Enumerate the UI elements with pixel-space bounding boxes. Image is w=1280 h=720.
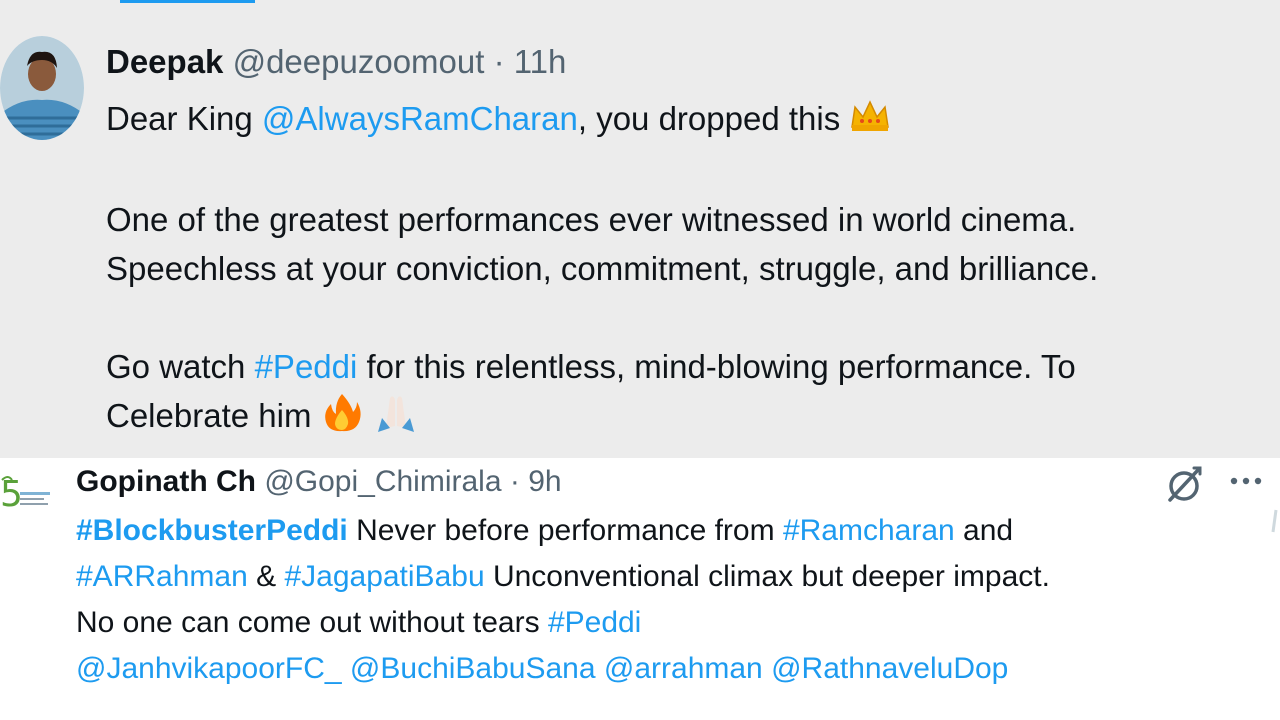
author-name[interactable]: Gopinath Ch	[76, 465, 256, 498]
text-segment: , you dropped this	[577, 100, 850, 137]
text-segment: Dear King	[106, 100, 262, 137]
text-line: Speechless at your conviction, commitmen…	[106, 249, 1099, 287]
more-icon[interactable]	[1226, 466, 1270, 496]
author-name[interactable]: Deepak	[106, 43, 223, 80]
scrollbar-edge	[1270, 506, 1280, 536]
tweet-gopinath[interactable]: 5 Gopinath Ch @Gopi_Chimirala · 9h #Bloc	[0, 458, 1280, 720]
author-handle[interactable]: @deepuzoomout	[233, 43, 485, 80]
tweet-text: #BlockbusterPeddi Never before performan…	[76, 508, 1256, 692]
grok-icon[interactable]	[1164, 464, 1204, 504]
text-segment: No one can come out without tears	[76, 606, 548, 639]
folded-hands-icon	[372, 392, 420, 445]
separator-dot: ·	[509, 465, 520, 498]
timestamp[interactable]: 11h	[514, 43, 567, 80]
hashtag-link[interactable]: #Peddi	[255, 348, 358, 385]
hashtag-link[interactable]: #Peddi	[548, 606, 641, 639]
text-line: One of the greatest performances ever wi…	[106, 200, 1077, 238]
text-segment: Unconventional climax but deeper impact.	[484, 560, 1050, 593]
text-segment: Celebrate him	[106, 396, 321, 434]
text-segment: Never before performance from	[347, 514, 783, 547]
text-segment: &	[247, 560, 285, 593]
tweet-header: Deepak @deepuzoomout · 11h	[106, 42, 566, 82]
mention-link[interactable]: @BuchiBabuSana	[350, 652, 596, 685]
text-segment: and	[954, 514, 1014, 547]
hashtag-link[interactable]: #ARRahman	[76, 560, 248, 593]
tweet-text: Dear King @AlwaysRamCharan, you dropped …	[106, 94, 1276, 445]
crown-icon	[849, 97, 891, 146]
tweet-header: Gopinath Ch @Gopi_Chimirala · 9h	[76, 462, 562, 502]
timestamp[interactable]: 9h	[528, 465, 561, 498]
tweet-deepak[interactable]: Deepak @deepuzoomout · 11h Dear King @Al…	[0, 8, 1280, 458]
mention-link[interactable]: @AlwaysRamCharan	[262, 100, 578, 137]
separator-dot: ·	[493, 43, 505, 80]
text-segment: for this relentless, mind-blowing perfor…	[357, 347, 1076, 385]
avatar[interactable]	[0, 36, 84, 140]
text-segment: Go watch	[106, 347, 255, 385]
mention-link[interactable]: @JanhvikapoorFC_	[76, 652, 342, 685]
hashtag-link[interactable]: #BlockbusterPeddi	[76, 514, 348, 547]
avatar[interactable]: 5	[0, 466, 56, 520]
mention-link[interactable]: @RathnaveluDop	[771, 652, 1008, 685]
mention-link[interactable]: @arrahman	[604, 652, 763, 685]
hashtag-link[interactable]: #Ramcharan	[783, 514, 955, 547]
fire-icon	[321, 392, 363, 445]
tab-indicator	[120, 0, 255, 3]
author-handle[interactable]: @Gopi_Chimirala	[264, 465, 501, 498]
hashtag-link[interactable]: #JagapatiBabu	[284, 560, 484, 593]
